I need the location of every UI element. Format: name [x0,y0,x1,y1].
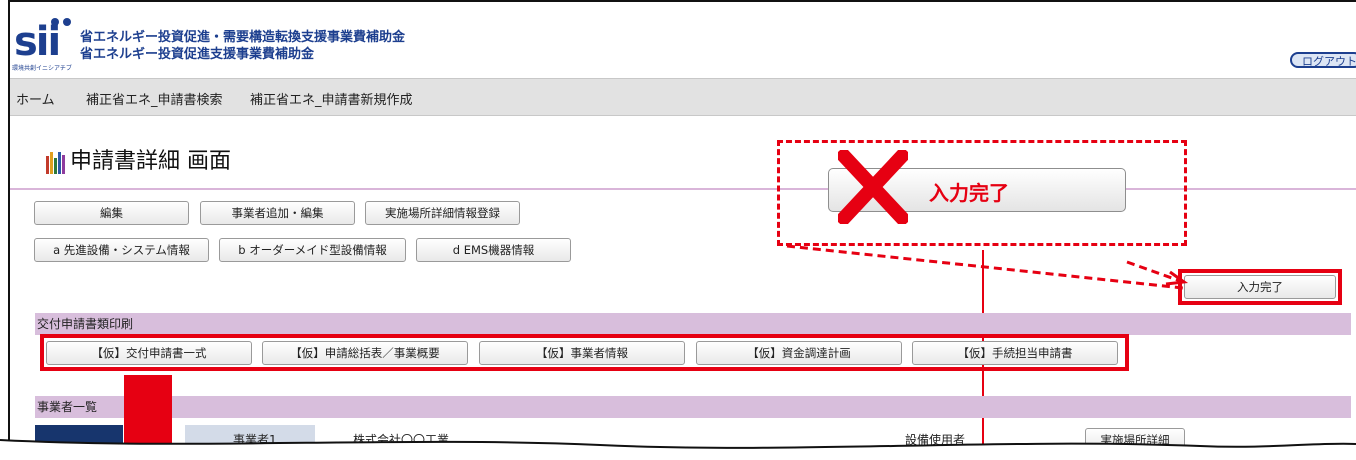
ems-equipment-button[interactable]: d EMS機器情報 [416,238,571,262]
business-edit-button[interactable]: 事業者追加・編集 [200,201,355,225]
cross-icon [838,150,908,224]
input-complete-button[interactable]: 入力完了 [1184,275,1336,299]
nav-home[interactable]: ホーム [16,89,55,108]
edit-button[interactable]: 編集 [34,201,189,225]
nav-application-new[interactable]: 補正省エネ_申請書新規作成 [250,89,413,108]
logo-dot [63,18,71,26]
print-business-info-button[interactable]: 【仮】事業者情報 [479,341,685,365]
logo-dot [51,18,59,26]
nav-bar: ホーム 補正省エネ_申請書検索 補正省エネ_申請書新規作成 [10,78,1356,116]
program-title-2: 省エネルギー投資促進支援事業費補助金 [80,47,315,62]
logo-tagline: 環境共創イニシアチブ [12,65,72,72]
torn-edge [0,439,1356,460]
print-application-set-button[interactable]: 【仮】交付申請書一式 [46,341,252,365]
callout-button-label: 入力完了 [929,181,1009,205]
sii-logo: sii [14,19,61,65]
print-summary-button[interactable]: 【仮】申請総括表／事業概要 [262,341,468,365]
print-funding-plan-button[interactable]: 【仮】資金調達計画 [696,341,902,365]
logout-button[interactable]: ログアウト [1290,52,1356,68]
site-detail-register-button[interactable]: 実施場所詳細情報登録 [365,201,520,225]
nav-application-search[interactable]: 補正省エネ_申請書検索 [86,89,223,108]
books-icon [46,150,68,174]
page-title: 申請書詳細 画面 [70,149,231,174]
print-procedure-button[interactable]: 【仮】手続担当申請書 [912,341,1118,365]
custom-equipment-button[interactable]: b オーダーメイド型設備情報 [219,238,406,262]
business-section-header: 事業者一覧 [35,396,1351,418]
advanced-equipment-button[interactable]: a 先進設備・システム情報 [34,238,209,262]
print-section-header: 交付申請書類印刷 [35,313,1351,335]
